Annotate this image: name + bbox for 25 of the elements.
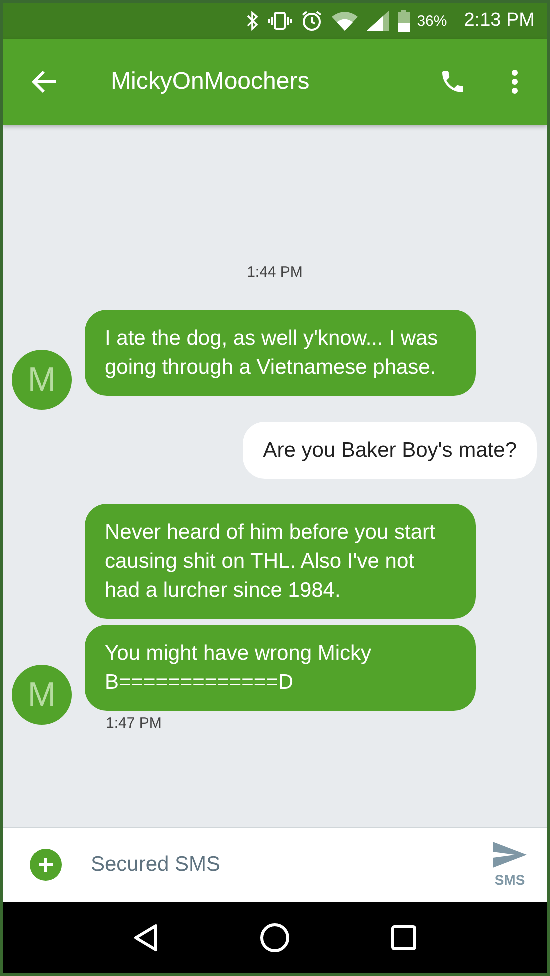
signal-icon [367, 11, 390, 31]
message-input[interactable]: Secured SMS [89, 852, 493, 878]
back-arrow-icon[interactable] [32, 70, 58, 94]
add-icon[interactable] [30, 849, 62, 881]
incoming-message: Never heard of him before you start causing shit on THL. Also I've not had a lurcher since 1984. [85, 504, 476, 619]
home-icon[interactable] [260, 922, 290, 952]
battery-icon [398, 10, 410, 32]
conversation-title: MickyOnMoochers [111, 68, 311, 96]
back-icon[interactable] [133, 924, 160, 952]
incoming-message: I ate the dog, as well y'know... I was going through a Vietnamese phase. [85, 310, 476, 396]
message-timestamp: 1:44 PM [247, 264, 303, 281]
battery-percent: 36% [417, 12, 448, 30]
vibrate-icon [268, 11, 292, 31]
alarm-icon [301, 10, 324, 32]
wifi-icon [332, 11, 358, 31]
recents-icon[interactable] [390, 924, 417, 950]
outgoing-message: Are you Baker Boy's mate? [243, 422, 537, 479]
message-time: 1:47 PM [106, 715, 162, 732]
more-options-icon[interactable] [511, 69, 519, 95]
status-time: 2:13 PM [464, 10, 535, 32]
incoming-message: You might have wrong Micky B=============D [85, 625, 476, 711]
contact-avatar: M [12, 350, 72, 410]
bluetooth-icon [247, 11, 260, 31]
contact-avatar: M [12, 665, 72, 725]
compose-bar[interactable]: Secured SMS SMS [3, 827, 547, 902]
